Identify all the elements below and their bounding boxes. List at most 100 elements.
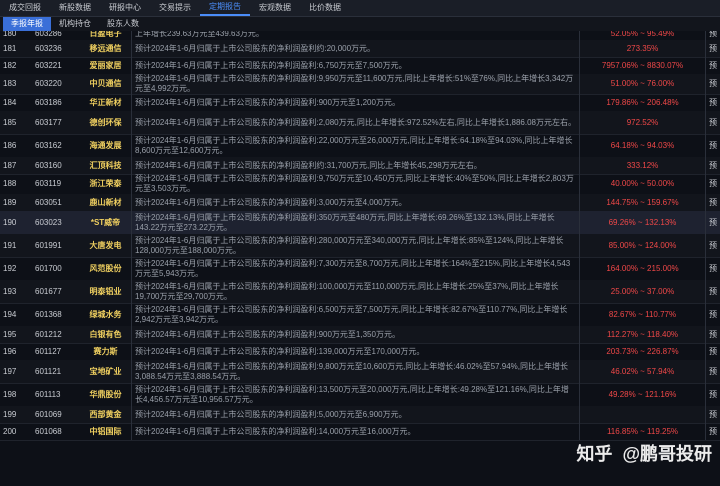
change-range: 49.28% ~ 121.16% — [579, 383, 705, 406]
stock-name: 绿城水务 — [80, 303, 132, 326]
forecast-description-text: 预计2024年1-6月归属于上市公司股东的净利润盈利:280,000万元至340… — [135, 235, 564, 255]
forecast-type: 预 — [705, 423, 720, 440]
forecast-description: 预计2024年1-6月归属于上市公司股东的净利润盈利约:20,000万元。 — [132, 40, 579, 57]
forecast-description-text: 预计2024年1-6月归属于上市公司股东的净利润盈利:139,000万元至170… — [135, 346, 425, 356]
stock-name: 大唐发电 — [80, 234, 132, 257]
stock-name: 移远通信 — [80, 40, 132, 57]
row-index: 186 — [3, 140, 17, 150]
table-row[interactable]: 187 603160 汇顶科技 预计2024年1-6月归属于上市公司股东的净利润盈利约… — [0, 157, 720, 175]
forecast-type: 预 — [705, 74, 720, 94]
stock-code: 601991 — [35, 240, 62, 250]
change-range: 25.00% ~ 37.00% — [579, 280, 705, 303]
stock-name: 汇顶科技 — [80, 157, 132, 174]
table-row[interactable]: 183 603220 中贝通信 预计2024年1-6月归属于上市公司股东的净利润盈利:… — [0, 74, 720, 95]
stock-code: 603221 — [35, 60, 62, 70]
table-row[interactable]: 186 603162 海通发展 预计2024年1-6月归属于上市公司股东的净利润盈利:… — [0, 134, 720, 158]
forecast-description: 预计2024年1-6月归属于上市公司股东的净利润盈利:9,800万元至10,60… — [132, 360, 579, 383]
stock-code: 601069 — [35, 409, 62, 419]
table-row[interactable]: 184 603186 华正新材 预计2024年1-6月归属于上市公司股东的净利润盈利:… — [0, 94, 720, 112]
forecast-type: 预 — [705, 111, 720, 134]
table-row[interactable]: 194 601368 绿城水务 预计2024年1-6月归属于上市公司股东的净利润盈利:… — [0, 303, 720, 327]
stock-code: 601677 — [35, 286, 62, 296]
forecast-description-text: 预计2024年1-6月归属于上市公司股东的净利润盈利:9,750万元至10,45… — [135, 174, 574, 193]
forecast-description-text: 预计2024年1-6月归属于上市公司股东的净利润盈利:13,500万元至20,0… — [135, 384, 569, 404]
forecast-description-text: 上年增长239.63万元至439.63万元。 — [135, 31, 264, 38]
forecast-description: 预计2024年1-6月归属于上市公司股东的净利润盈利:6,500万元至7,500… — [132, 303, 579, 326]
table-row[interactable]: 198 601113 华鼎股份 预计2024年1-6月归属于上市公司股东的净利润盈利:… — [0, 383, 720, 407]
change-range — [579, 406, 705, 423]
tab-trade-report[interactable]: 成交回报 — [0, 0, 50, 16]
tab-macro-data[interactable]: 宏观数据 — [250, 0, 300, 16]
row-index: 184 — [3, 97, 17, 107]
row-index: 185 — [3, 117, 17, 127]
tab-price-compare[interactable]: 比价数据 — [300, 0, 350, 16]
stock-name: 华正新材 — [80, 94, 132, 111]
sub-nav: 季报年报 机构持仓 股东人数 — [0, 17, 720, 31]
stock-code: 603186 — [35, 97, 62, 107]
tab-periodic-report[interactable]: 定期报告 — [200, 0, 250, 16]
change-range: 333.12% — [579, 157, 705, 174]
forecast-description: 预计2024年1-6月归属于上市公司股东的净利润盈利:3,000万元至4,000… — [132, 194, 579, 211]
table-row[interactable]: 190 603023 *ST威帝 预计2024年1-6月归属于上市公司股东的净利润盈利… — [0, 211, 720, 235]
stock-name: 鹿山新材 — [80, 194, 132, 211]
forecast-type: 预 — [705, 94, 720, 111]
forecast-description: 预计2024年1-6月归属于上市公司股东的净利润盈利:22,000万元至26,0… — [132, 134, 579, 157]
table-row[interactable]: 200 601068 中铝国际 预计2024年1-6月归属于上市公司股东的净利润盈利:… — [0, 423, 720, 441]
forecast-description-text: 预计2024年1-6月归属于上市公司股东的净利润盈利:5,000万元至6,900… — [135, 409, 407, 419]
tab-institution-holdings[interactable]: 机构持仓 — [51, 17, 99, 31]
row-index: 187 — [3, 160, 17, 170]
table-row[interactable]: 193 601677 明泰铝业 预计2024年1-6月归属于上市公司股东的净利润盈利:… — [0, 280, 720, 304]
tab-quarterly-annual[interactable]: 季报年报 — [3, 17, 51, 31]
forecast-type: 预 — [705, 194, 720, 211]
change-range: 144.75% ~ 159.67% — [579, 194, 705, 211]
stock-code: 603023 — [35, 217, 62, 227]
forecast-description: 预计2024年1-6月归属于上市公司股东的净利润盈利:900万元至1,350万元… — [132, 326, 579, 343]
forecast-description: 预计2024年1-6月归属于上市公司股东的净利润盈利:280,000万元至340… — [132, 234, 579, 257]
forecast-description: 预计2024年1-6月归属于上市公司股东的净利润盈利:13,500万元至20,0… — [132, 383, 579, 406]
stock-code: 601121 — [35, 366, 62, 376]
stock-name: 浙江荣泰 — [80, 174, 132, 194]
table-row[interactable]: 199 601069 西部黄金 预计2024年1-6月归属于上市公司股东的净利润盈利:… — [0, 406, 720, 424]
stock-name: 中贝通信 — [80, 74, 132, 94]
table-row[interactable]: 195 601212 白银有色 预计2024年1-6月归属于上市公司股东的净利润盈利:… — [0, 326, 720, 344]
row-index: 181 — [3, 43, 17, 53]
tab-ipo-data[interactable]: 新股数据 — [50, 0, 100, 16]
stock-code: 603220 — [35, 79, 62, 88]
forecast-description-text: 预计2024年1-6月归属于上市公司股东的净利润盈利:6,750万元至7,500… — [135, 60, 407, 70]
forecast-description: 预计2024年1-6月归属于上市公司股东的净利润盈利约:31,700万元,同比上… — [132, 157, 579, 174]
table-row[interactable]: 189 603051 鹿山新材 预计2024年1-6月归属于上市公司股东的净利润盈利:… — [0, 194, 720, 212]
table-row[interactable]: 191 601991 大唐发电 预计2024年1-6月归属于上市公司股东的净利润盈利:… — [0, 234, 720, 258]
row-index: 182 — [3, 60, 17, 70]
table-row[interactable]: 185 603177 德创环保 预计2024年1-6月归属于上市公司股东的净利润盈利:… — [0, 111, 720, 135]
row-index: 190 — [3, 217, 17, 227]
forecast-type: 预 — [705, 174, 720, 194]
forecast-description: 预计2024年1-6月归属于上市公司股东的净利润盈利:9,950万元至11,60… — [132, 74, 579, 94]
table-row[interactable]: 181 603236 移远通信 预计2024年1-6月归属于上市公司股东的净利润盈利约… — [0, 40, 720, 58]
forecast-description-text: 预计2024年1-6月归属于上市公司股东的净利润盈利:9,950万元至11,60… — [135, 74, 574, 93]
forecast-description: 预计2024年1-6月归属于上市公司股东的净利润盈利:350万元至480万元,同… — [132, 211, 579, 234]
tab-research-center[interactable]: 研报中心 — [100, 0, 150, 16]
forecast-description: 预计2024年1-6月归属于上市公司股东的净利润盈利:6,750万元至7,500… — [132, 57, 579, 74]
stock-name: 华鼎股份 — [80, 383, 132, 406]
table-row[interactable]: 197 601121 宝地矿业 预计2024年1-6月归属于上市公司股东的净利润盈利:… — [0, 360, 720, 384]
change-range: 273.35% — [579, 40, 705, 57]
table-row[interactable]: 196 601127 赛力斯 预计2024年1-6月归属于上市公司股东的净利润盈利:1… — [0, 343, 720, 361]
forecast-type: 预 — [705, 57, 720, 74]
forecast-description-text: 预计2024年1-6月归属于上市公司股东的净利润盈利:9,800万元至10,60… — [135, 361, 568, 381]
table-row[interactable]: 192 601700 风范股份 预计2024年1-6月归属于上市公司股东的净利润盈利:… — [0, 257, 720, 281]
forecast-description-text: 预计2024年1-6月归属于上市公司股东的净利润盈利:900万元至1,200万元… — [135, 97, 400, 107]
forecast-description-text: 预计2024年1-6月归属于上市公司股东的净利润盈利约:20,000万元。 — [135, 43, 376, 53]
table-row[interactable]: 188 603119 浙江荣泰 预计2024年1-6月归属于上市公司股东的净利润盈利:… — [0, 174, 720, 195]
forecast-description-text: 预计2024年1-6月归属于上市公司股东的净利润盈利:900万元至1,350万元… — [135, 329, 400, 339]
row-index: 197 — [3, 366, 17, 376]
change-range: 85.00% ~ 124.00% — [579, 234, 705, 257]
tab-trade-tips[interactable]: 交易提示 — [150, 0, 200, 16]
stock-code: 601068 — [35, 426, 62, 436]
forecast-description-text: 预计2024年1-6月归属于上市公司股东的净利润盈利:2,080万元,同比上年增… — [135, 117, 576, 127]
stock-code: 603162 — [35, 140, 62, 150]
stock-code: 603051 — [35, 197, 62, 207]
table-row[interactable]: 182 603221 爱丽家居 预计2024年1-6月归属于上市公司股东的净利润盈利:… — [0, 57, 720, 75]
row-index: 196 — [3, 346, 17, 356]
forecast-description-text: 预计2024年1-6月归属于上市公司股东的净利润盈利:6,500万元至7,500… — [135, 304, 568, 324]
tab-shareholder-count[interactable]: 股东人数 — [99, 17, 147, 31]
